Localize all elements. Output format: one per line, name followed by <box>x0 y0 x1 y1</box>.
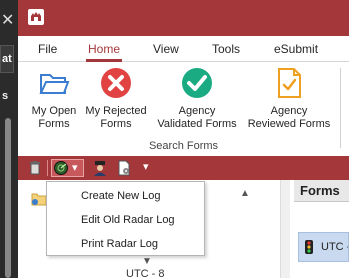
chevron-down-icon[interactable]: ▾ <box>143 160 149 173</box>
document-settings-button[interactable] <box>115 159 133 177</box>
user-button[interactable] <box>91 159 109 177</box>
delete-button[interactable] <box>26 159 44 177</box>
button-label-line2: Validated Forms <box>157 118 237 130</box>
button-label-line1: My Open <box>31 105 77 117</box>
tab-view[interactable]: View <box>153 42 179 56</box>
radar-log-menu: Create New Log Edit Old Radar Log Print … <box>46 181 205 256</box>
radar-log-dropdown-button[interactable]: ▾ <box>51 159 84 177</box>
folder-open-icon <box>37 66 71 100</box>
forms-pane: Forms UTC - <box>294 180 349 278</box>
close-icon[interactable]: ✕ <box>1 10 14 29</box>
traffic-light-icon <box>305 240 313 254</box>
row-text: UTC - <box>321 241 349 253</box>
title-bar <box>18 0 349 36</box>
tab-tools[interactable]: Tools <box>212 42 240 56</box>
button-label-line1: My Rejected <box>85 105 147 117</box>
forms-pane-header: Forms <box>294 180 349 202</box>
table-row[interactable]: UTC - <box>298 232 349 262</box>
my-rejected-forms-button[interactable]: My Rejected Forms <box>82 66 150 131</box>
partial-label: at <box>0 45 14 73</box>
menu-item-create-new-log[interactable]: Create New Log <box>47 184 204 208</box>
chevron-down-icon[interactable]: ▼ <box>142 256 152 267</box>
document-gear-icon <box>118 160 130 176</box>
button-label-line2: Forms <box>100 118 132 130</box>
ribbon-home: My Open Forms My Rejected Forms Agency V <box>18 62 349 156</box>
button-label-line1: Agency <box>178 105 216 117</box>
app-logo-icon <box>28 9 44 25</box>
validated-check-icon <box>180 66 214 100</box>
my-open-forms-button[interactable]: My Open Forms <box>28 66 80 131</box>
ribbon-group-label: Search Forms <box>148 140 219 152</box>
agency-reviewed-forms-button[interactable]: Agency Reviewed Forms <box>245 66 333 131</box>
partial-text: s <box>2 90 9 102</box>
timezone-label: UTC - 8 <box>126 268 165 278</box>
reviewed-document-icon <box>272 66 306 100</box>
app-window: ✕ at s File Home View Tools eSubmit My O… <box>0 0 349 278</box>
officer-icon <box>94 161 106 176</box>
ribbon-tabs: File Home View Tools eSubmit <box>18 36 349 62</box>
agency-validated-forms-button[interactable]: Agency Validated Forms <box>152 66 242 131</box>
menu-item-print-radar-log[interactable]: Print Radar Log <box>47 232 204 256</box>
rejected-x-icon <box>99 66 133 100</box>
tab-file[interactable]: File <box>38 42 57 56</box>
radar-icon <box>54 161 68 175</box>
button-label-line2: Reviewed Forms <box>247 118 331 130</box>
toolbar: ▾ ▾ <box>18 156 349 180</box>
toolbar-separator <box>47 160 48 176</box>
folder-icon <box>31 192 47 211</box>
trash-icon <box>30 161 40 175</box>
menu-item-edit-old-radar-log[interactable]: Edit Old Radar Log <box>47 208 204 232</box>
scrollbar[interactable] <box>5 118 11 278</box>
chevron-down-icon: ▾ <box>72 162 78 174</box>
tab-esubmit[interactable]: eSubmit <box>274 42 318 56</box>
vertical-scrollbar[interactable] <box>280 180 290 278</box>
ribbon-separator <box>340 68 341 148</box>
tab-home[interactable]: Home <box>85 42 123 62</box>
button-label-line1: Agency <box>270 105 308 117</box>
background-window-strip: ✕ at s <box>0 0 18 278</box>
scroll-up-icon[interactable]: ▲ <box>240 188 250 199</box>
button-label-line2: Forms <box>38 118 70 130</box>
